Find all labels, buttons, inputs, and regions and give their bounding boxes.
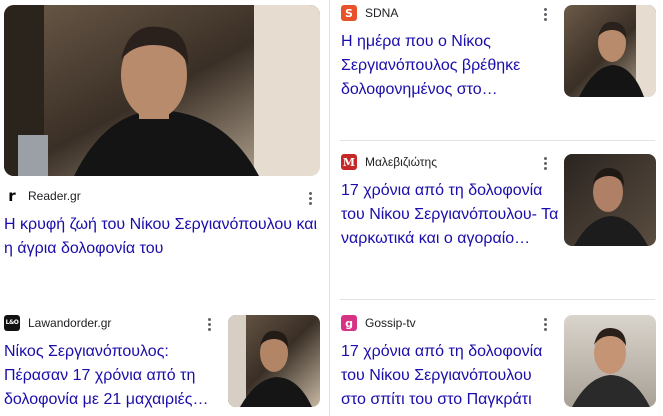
article-thumbnail[interactable] — [564, 154, 656, 246]
malevizioths-logo-icon: M — [341, 154, 357, 170]
more-vert-icon[interactable] — [538, 316, 552, 334]
more-vert-icon[interactable] — [202, 316, 216, 334]
article-thumbnail[interactable] — [564, 315, 656, 407]
source-row[interactable]: g Gossip-tv — [341, 315, 416, 331]
row-divider — [340, 299, 655, 300]
article-thumbnail[interactable] — [228, 315, 320, 407]
article-title[interactable]: Νίκος Σεργιανόπουλος: Πέρασαν 17 χρόνια … — [4, 340, 216, 412]
article-title[interactable]: 17 χρόνια από τη δολοφονία του Νίκου Σερ… — [341, 179, 559, 251]
source-row[interactable]: M Μαλεβιζιώτης — [341, 154, 437, 170]
lawandorder-logo-icon: L&O — [4, 315, 20, 331]
source-name: Gossip-tv — [365, 316, 416, 330]
source-name: SDNA — [365, 6, 399, 20]
source-name: Reader.gr — [28, 189, 81, 203]
gossip-tv-logo-icon: g — [341, 315, 357, 331]
reader-logo-icon: r — [4, 188, 20, 204]
more-vert-icon[interactable] — [303, 190, 317, 208]
more-vert-icon[interactable] — [538, 6, 552, 24]
source-row[interactable]: L&O Lawandorder.gr — [4, 315, 111, 331]
source-row[interactable]: S SDNA — [341, 5, 398, 21]
article-title[interactable]: Η ημέρα που ο Νίκος Σεργιανόπουλος βρέθη… — [341, 30, 551, 102]
article-title[interactable]: 17 χρόνια από τη δολοφονία του Νίκου Σερ… — [341, 340, 551, 412]
source-name: Μαλεβιζιώτης — [365, 155, 437, 169]
article-thumbnail[interactable] — [564, 5, 656, 97]
row-divider — [340, 140, 655, 141]
sdna-logo-icon: S — [341, 5, 357, 21]
article-thumbnail[interactable] — [4, 5, 320, 176]
article-title[interactable]: Η κρυφή ζωή του Νίκου Σεργιανόπουλου και… — [4, 213, 322, 261]
more-vert-icon[interactable] — [538, 155, 552, 173]
source-row[interactable]: r Reader.gr — [4, 188, 81, 204]
column-divider — [329, 0, 330, 416]
source-name: Lawandorder.gr — [28, 316, 112, 330]
